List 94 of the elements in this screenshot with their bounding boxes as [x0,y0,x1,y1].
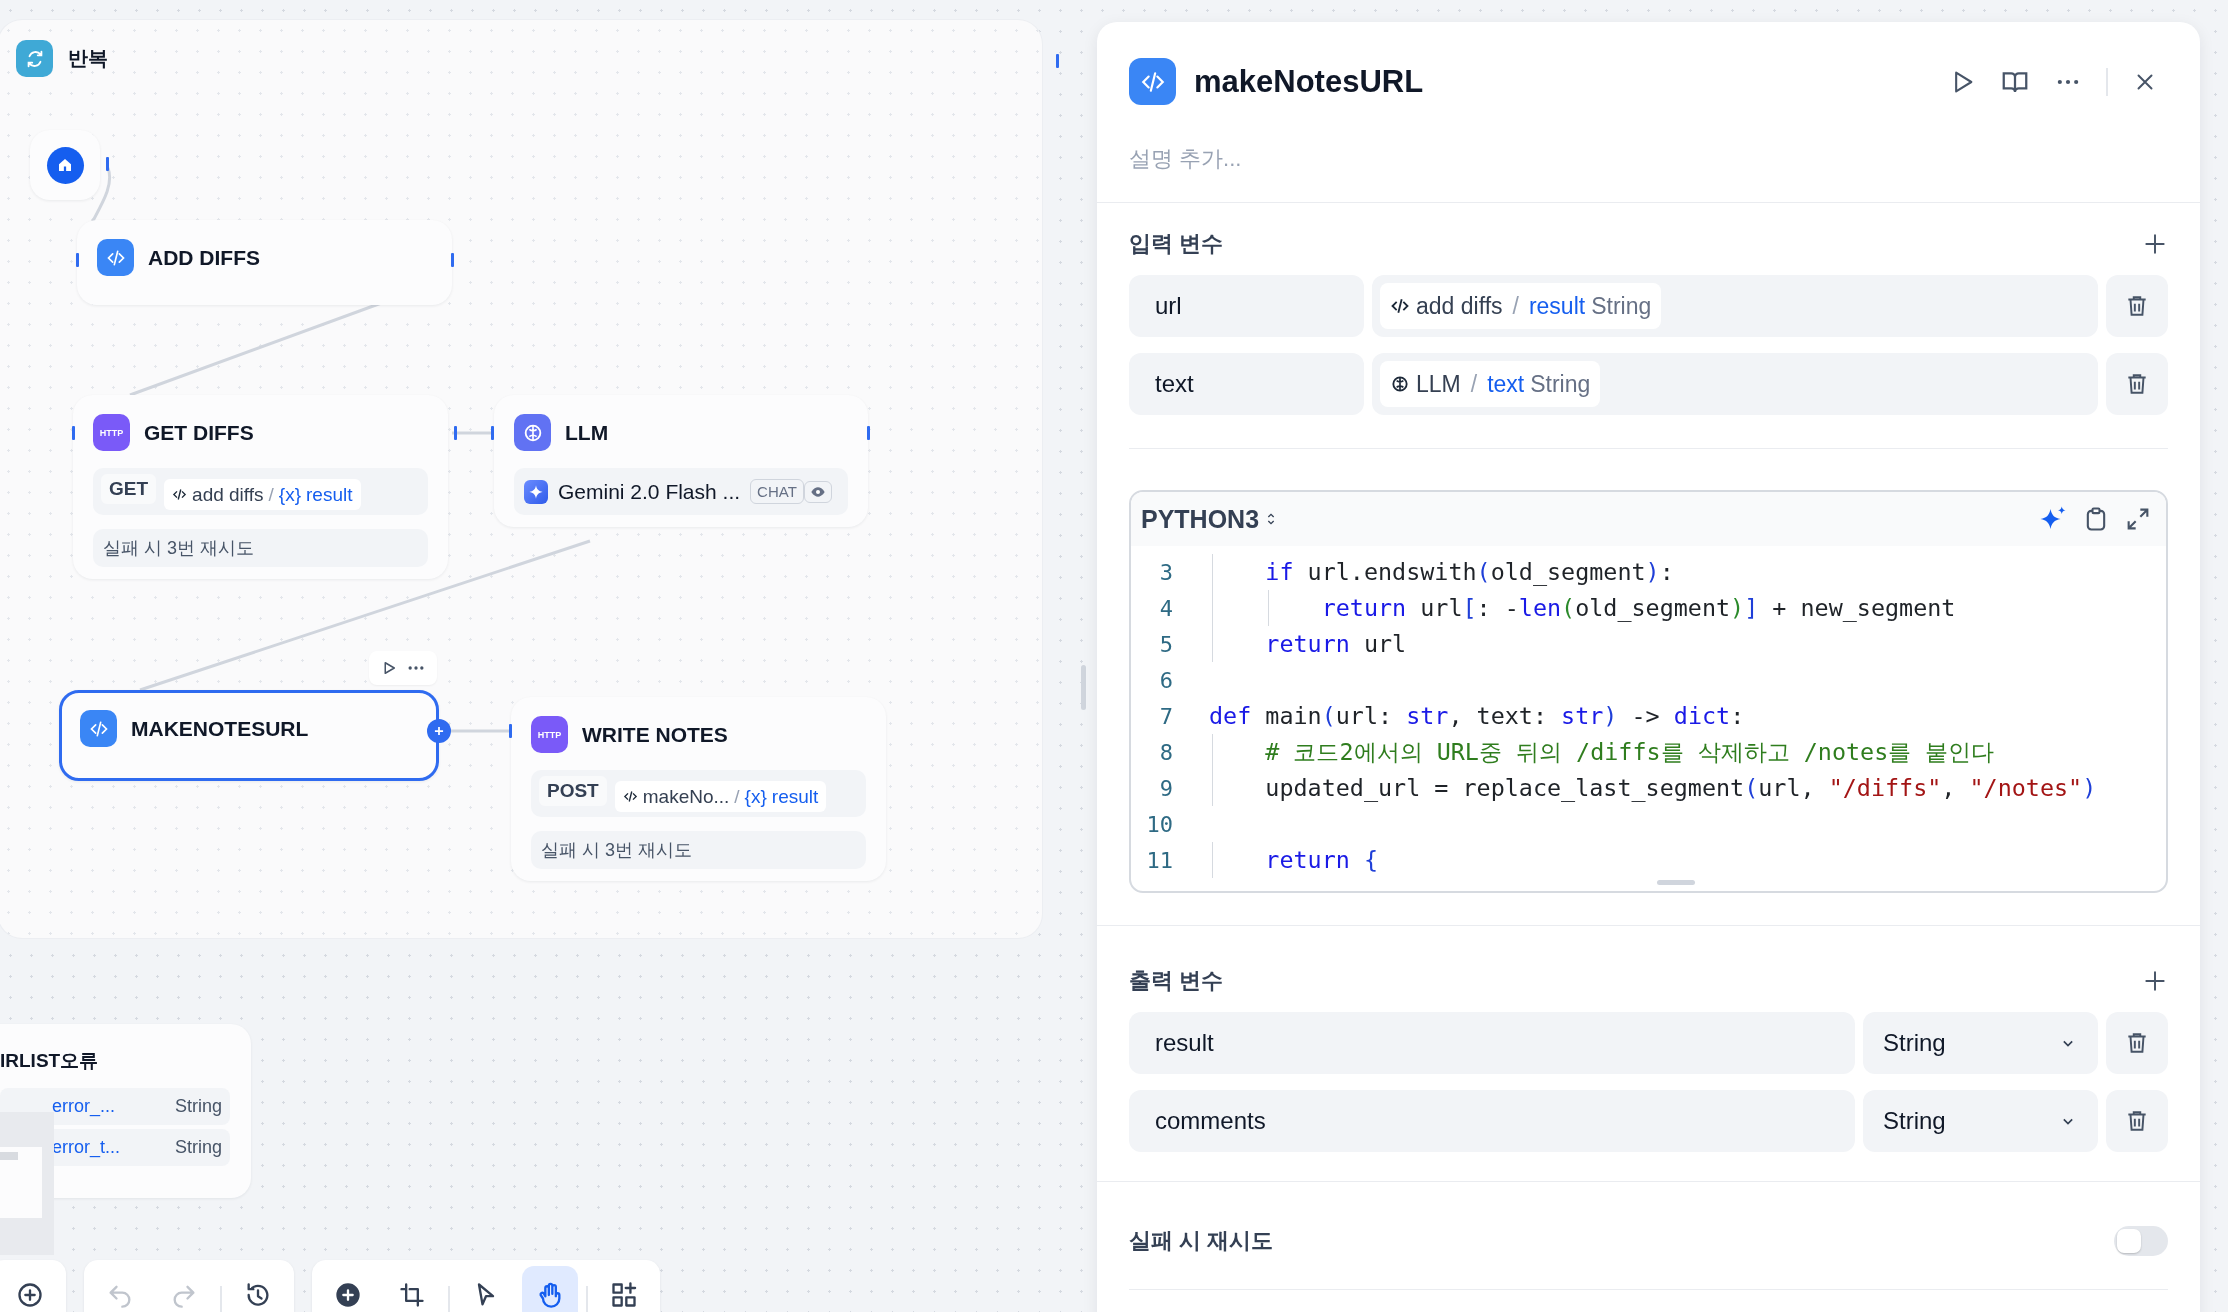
connection-handle[interactable] [454,426,457,440]
node-title: GET DIFFS [144,420,254,445]
home-icon [46,146,84,184]
loop-title: 반복 [68,46,108,71]
node-title: LLM [565,420,609,445]
code-line: if url.endswith(old_segment): [1264,558,1674,586]
variable-name: error_t... [52,1137,121,1158]
code-icon [622,789,638,804]
line-number: 5 [1158,631,1173,657]
connection-handle[interactable] [76,253,79,267]
retry-label: 실패 시 재시도 [1129,1227,1274,1255]
workflow-node[interactable]: LLM Gemini 2.0 Flash ... CHAT [494,395,868,527]
loop-icon [16,40,53,77]
variable-type: String [174,1096,222,1117]
code-line: # 코드2에서의 URL중 뒤의 /diffs를 삭제하고 /notes를 붙인다 [1264,737,1995,768]
code-icon [1129,58,1176,105]
mode-badge: CHAT [750,479,804,504]
delete-button[interactable] [2106,1012,2168,1074]
section-title: 입력 변수 [1129,230,1224,258]
line-number: 7 [1158,703,1173,729]
brain-icon [514,414,551,451]
grid-icon [610,1281,638,1309]
connection-handle[interactable] [106,157,109,171]
line-number: 3 [1158,559,1173,585]
http-badge: HTTP [531,716,568,753]
code-line: return url [1264,630,1407,658]
line-number: 8 [1158,739,1173,765]
eye-icon [803,480,832,503]
variable-chip: makeNo... / {x} result [614,781,827,812]
code-icon [172,487,188,502]
http-badge: HTTP [93,414,130,451]
delete-button[interactable] [2106,1090,2168,1152]
line-number: 9 [1158,775,1173,801]
model-name: Gemini 2.0 Flash ... [558,479,741,504]
connection-handle[interactable] [451,253,454,267]
code-icon [97,239,134,276]
connection-handle[interactable] [72,426,75,440]
workflow-node[interactable]: HTTP GET DIFFS GET add diffs / {x} result 실패 시 3번 재시도 [73,395,448,579]
code-icon [80,710,117,747]
variable-chip[interactable]: add diffs / result String [1380,283,1662,329]
delete-button[interactable] [2106,353,2168,415]
code-icon [1390,296,1410,316]
hand-button[interactable] [522,1266,578,1312]
zoom-in-icon [16,1281,44,1309]
line-number: 6 [1158,667,1173,693]
variable-name-field[interactable]: result [1129,1012,1855,1074]
variable-name: error_... [52,1096,116,1117]
variable-name-field[interactable]: text [1129,353,1364,415]
line-number: 11 [1145,847,1173,873]
node-title: MAKENOTESURL [131,716,309,741]
code-line: def main(url: str, text: str) -> dict: [1209,702,1745,730]
line-number: 10 [1145,811,1173,837]
retry-toggle[interactable] [2114,1226,2168,1256]
code-line: return url[: -len(old_segment)] + new_segment [1320,594,1956,622]
code-editor[interactable] [1129,490,2168,893]
connection-handle[interactable] [867,426,870,440]
delete-button[interactable] [2106,275,2168,337]
variable-name-field[interactable]: url [1129,275,1364,337]
section-title: 출력 변수 [1129,967,1224,995]
type-dropdown[interactable]: String [1863,1090,2098,1152]
plus-icon [334,1281,362,1309]
code-line: updated_url = replace_last_segment(url, "/diffs", "/notes") [1264,774,2097,802]
workflow-node[interactable]: HTTP WRITE NOTES POST makeNo... / {x} result 실패 시 3번 재시도 [511,697,886,881]
sparkle-icon [524,479,548,504]
panel-title: makeNotesURL [1194,63,1425,100]
connector-line [452,431,492,435]
retry-note: 실패 시 3번 재시도 [93,529,428,567]
language-selector[interactable]: PYTHON3 [1141,504,1260,534]
node-title: WRITE NOTES [582,722,728,747]
node-title: ADD DIFFS [148,245,260,270]
variable-name-field[interactable]: comments [1129,1090,1855,1152]
variable-value-field[interactable]: LLM / text String [1372,353,2098,415]
variable-chip: add diffs / {x} result [164,479,361,510]
node-title: IRLIST오류 [0,1049,100,1073]
http-method: GET [101,474,157,504]
connection-handle[interactable] [509,724,512,738]
workflow-node[interactable]: ADD DIFFS [77,220,452,305]
retry-note: 실패 시 3번 재시도 [531,831,866,869]
start-node[interactable] [30,130,100,200]
variable-type: String [174,1137,222,1158]
workflow-node[interactable]: MAKENOTESURL [59,690,439,781]
connector-line [450,729,509,733]
http-method: POST [539,776,607,806]
variable-value-field[interactable]: add diffs / result String [1372,275,2098,337]
connection-handle[interactable] [1056,54,1059,68]
crop-icon [398,1281,426,1309]
variable-chip[interactable]: LLM / text String [1380,361,1601,407]
resize-handle[interactable] [1657,880,1695,885]
type-dropdown[interactable]: String [1863,1012,2098,1074]
line-number: 4 [1158,595,1173,621]
resize-handle[interactable] [1081,665,1086,710]
connection-handle[interactable] [491,426,494,440]
code-line: return { [1264,846,1378,874]
brain-icon [1390,374,1410,394]
